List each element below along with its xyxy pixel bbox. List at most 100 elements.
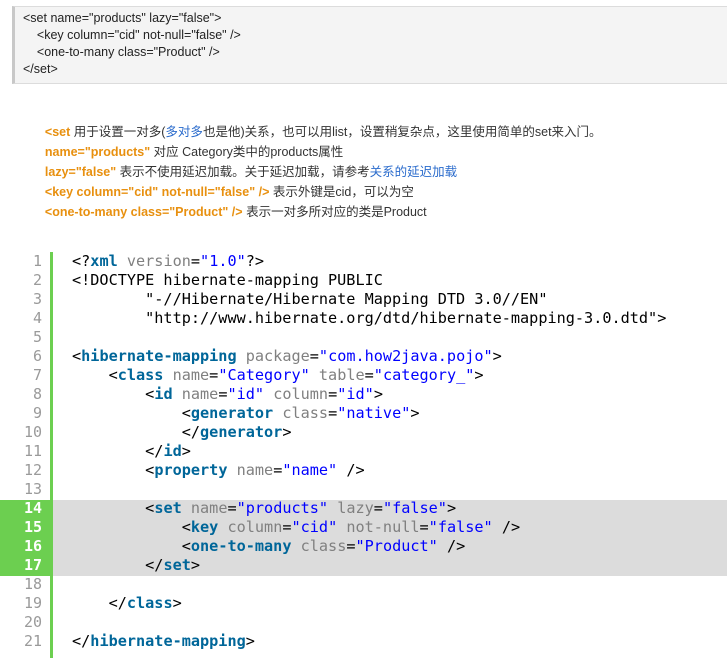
code-token: "false" (428, 518, 493, 536)
code-token: "id" (337, 385, 374, 403)
code-token: column (218, 518, 283, 536)
code-token: generator (200, 423, 283, 441)
code-token: < (181, 518, 191, 536)
code-token: > (181, 442, 191, 460)
code-token: = (328, 385, 338, 403)
code-token: hibernate-mapping (90, 632, 246, 650)
code-token: > (410, 404, 420, 422)
code-token: > (190, 556, 201, 574)
line-number: 3 (32, 290, 42, 308)
code-token: = (282, 518, 292, 536)
code-line: "http://www.hibernate.org/dtd/hibernate-… (72, 309, 667, 327)
code-token: </ (145, 556, 164, 574)
code-token: < (145, 461, 155, 479)
line-number: 19 (23, 594, 42, 612)
code-token: > (282, 423, 292, 441)
line-number: 5 (32, 328, 42, 346)
code-token: class (273, 404, 329, 422)
code-token: "id" (227, 385, 265, 403)
code-line-highlighted: </set> (72, 556, 200, 574)
code-token: "Product" (355, 537, 438, 555)
line-number: 2 (32, 271, 42, 289)
code-line: "-//Hibernate/Hibernate Mapping DTD 3.0/… (72, 290, 548, 308)
code-token: name (227, 461, 274, 479)
code-token: < (181, 404, 191, 422)
code-token: "1.0" (200, 252, 246, 270)
code-token: = (419, 518, 429, 536)
code-token: > (474, 366, 484, 384)
code-token: < (181, 537, 191, 555)
line-number: 21 (23, 632, 42, 650)
code-token: > (245, 632, 255, 650)
code-token: < (145, 499, 155, 517)
line-number: 12 (23, 461, 42, 479)
code-token: set (163, 556, 191, 574)
code-line: <hibernate-mapping package="com.how2java… (72, 347, 502, 365)
explanation-text: 表示一对多所对应的类是Product (242, 205, 427, 219)
code-token: /> (337, 461, 365, 479)
code-token: generator (190, 404, 274, 422)
code-token: = (346, 537, 356, 555)
code-token: = (328, 404, 338, 422)
snippet-line: <key column="cid" not-null="false" /> (23, 28, 241, 42)
code-line: <property name="name" /> (72, 461, 365, 479)
code-token: "Category" (218, 366, 310, 384)
code-token: xml (90, 252, 118, 270)
code-token: class (117, 366, 164, 384)
code-token: /> (492, 518, 521, 536)
code-token: = (190, 252, 201, 270)
code-token: = (273, 461, 283, 479)
line-number: 13 (23, 480, 42, 498)
code-token: < (108, 366, 118, 384)
code-token: name (163, 366, 210, 384)
code-token: = (373, 499, 383, 517)
code-token: "com.how2java.pojo" (318, 347, 493, 365)
code-token: "native" (337, 404, 411, 422)
code-line: </id> (72, 442, 191, 460)
code-line-highlighted: <one-to-many class="Product" /> (72, 537, 466, 555)
code-token: package (236, 347, 310, 365)
code-token: "name" (282, 461, 338, 479)
line-number-highlighted: 14 (23, 499, 42, 517)
code-token: class (126, 594, 173, 612)
snippet-line: <set name="products" lazy="false"> (23, 11, 222, 25)
line-number: 1 (32, 252, 42, 270)
code-token: <? (72, 252, 91, 270)
code-snippet-box: <set name="products" lazy="false"> <key … (12, 6, 727, 84)
code-token: </ (145, 442, 164, 460)
code-token: table (309, 366, 365, 384)
line-number: 7 (32, 366, 42, 384)
code-line: </class> (72, 594, 182, 612)
code-token: class (291, 537, 347, 555)
snippet-line: </set> (23, 62, 58, 76)
code-token: key (190, 518, 219, 536)
code-token: not-null (337, 518, 420, 536)
code-token: "cid" (291, 518, 338, 536)
line-number-highlighted: 16 (23, 537, 42, 555)
code-token: = (364, 366, 374, 384)
code-token: property (154, 461, 228, 479)
line-number-highlighted: 15 (23, 518, 42, 536)
code-token: > (492, 347, 502, 365)
line-number-highlighted: 17 (23, 556, 42, 574)
code-token: /> (437, 537, 466, 555)
code-line-highlighted: <key column="cid" not-null="false" /> (72, 518, 520, 536)
code-token: set (154, 499, 182, 517)
line-number: 18 (23, 575, 42, 593)
code-line: <class name="Category" table="category_"… (72, 366, 484, 384)
line-number: 9 (32, 404, 42, 422)
line-number: 8 (32, 385, 42, 403)
code-block: 1 2 3 4 5 6 7 8 9 10 11 12 13 14 15 16 1… (0, 252, 727, 658)
code-line: </hibernate-mapping> (72, 632, 255, 650)
code-line: <!DOCTYPE hibernate-mapping PUBLIC (72, 271, 383, 289)
code-token: name (181, 499, 228, 517)
code-token: < (145, 385, 155, 403)
snippet-line: <one-to-many class="Product" /> (23, 45, 220, 59)
code-token: "category_" (373, 366, 475, 384)
